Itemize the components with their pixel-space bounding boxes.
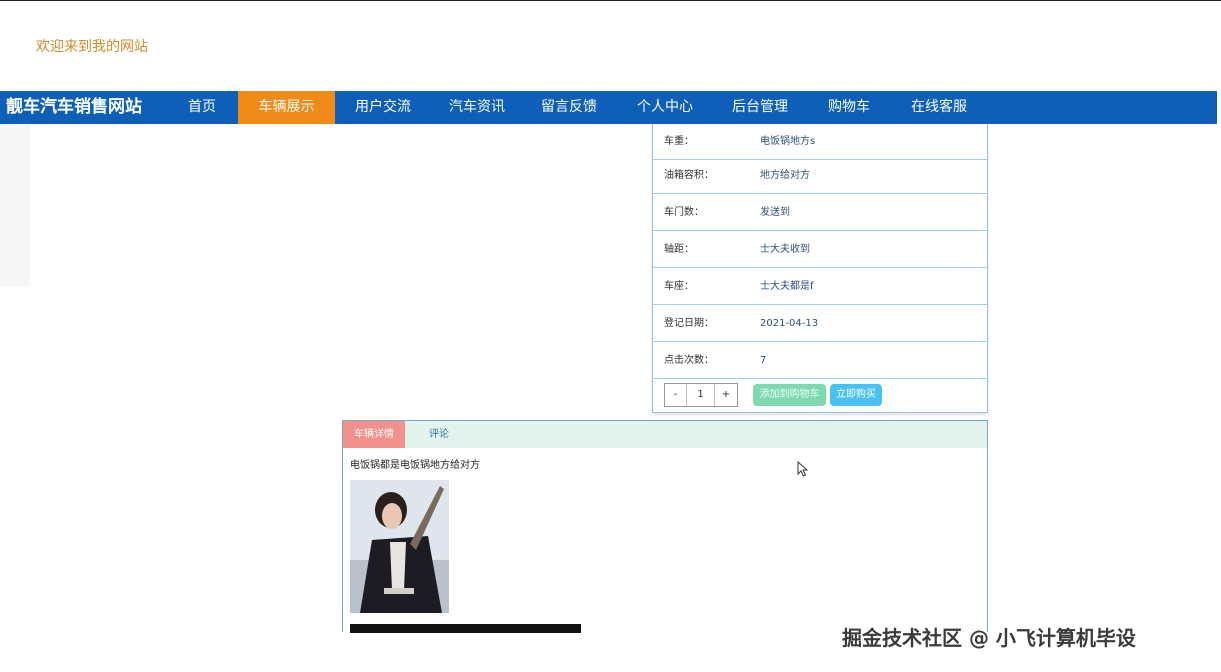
info-label: 登记日期： bbox=[664, 318, 714, 329]
info-value: 地方给对方 bbox=[760, 170, 810, 181]
vehicle-photo bbox=[350, 480, 449, 613]
vehicle-photo-secondary bbox=[350, 624, 581, 633]
quantity-increase-button[interactable]: + bbox=[715, 384, 737, 406]
nav-item-feedback[interactable]: 留言反馈 bbox=[526, 91, 612, 124]
nav-item-online-service[interactable]: 在线客服 bbox=[896, 91, 982, 124]
nav-item-home[interactable]: 首页 bbox=[168, 91, 236, 124]
photo-illustration bbox=[350, 480, 449, 613]
info-row-weight: 车重： 电饭锅地方s bbox=[653, 124, 987, 160]
info-value: 2021-04-13 bbox=[760, 318, 819, 329]
vehicle-description: 电饭锅都是电饭锅地方给对方 bbox=[350, 460, 480, 471]
tab-vehicle-details[interactable]: 车辆详情 bbox=[343, 421, 405, 448]
info-label: 点击次数： bbox=[664, 355, 714, 366]
tab-header: 车辆详情 评论 bbox=[343, 421, 987, 448]
watermark: 掘金技术社区 @ 小飞计算机毕设 bbox=[842, 626, 1136, 650]
nav-item-cart[interactable]: 购物车 bbox=[811, 91, 887, 124]
info-value: 7 bbox=[760, 355, 767, 366]
info-value: 士大夫收到 bbox=[760, 244, 810, 255]
quantity-stepper: - 1 + bbox=[664, 383, 738, 407]
quantity-input[interactable]: 1 bbox=[687, 384, 715, 406]
nav-item-admin[interactable]: 后台管理 bbox=[717, 91, 803, 124]
info-row-doors: 车门数： 发送到 bbox=[653, 195, 987, 231]
info-row-seats: 车座： 士大夫都是f bbox=[653, 269, 987, 305]
info-value: 电饭锅地方s bbox=[760, 136, 816, 147]
vehicle-detail-card: 车重： 电饭锅地方s 油箱容积： 地方给对方 车门数： 发送到 轴距： 士大夫收… bbox=[652, 124, 988, 413]
left-panel-shade bbox=[0, 124, 30, 286]
welcome-text: 欢迎来到我的网站 bbox=[36, 39, 148, 55]
nav-item-personal-center[interactable]: 个人中心 bbox=[622, 91, 708, 124]
info-row-register-date: 登记日期： 2021-04-13 bbox=[653, 306, 987, 342]
info-label: 车重： bbox=[664, 136, 694, 147]
tab-comments[interactable]: 评论 bbox=[415, 421, 463, 448]
add-to-cart-button[interactable]: 添加到购物车 bbox=[753, 384, 826, 406]
info-label: 油箱容积： bbox=[664, 170, 714, 181]
info-label: 轴距： bbox=[664, 244, 694, 255]
site-brand[interactable]: 靓车汽车销售网站 bbox=[6, 91, 142, 124]
info-label: 车座： bbox=[664, 281, 694, 292]
info-value: 士大夫都是f bbox=[760, 281, 814, 292]
quantity-decrease-button[interactable]: - bbox=[665, 384, 687, 406]
main-navbar: 靓车汽车销售网站 首页 车辆展示 用户交流 汽车资讯 留言反馈 个人中心 后台管… bbox=[0, 91, 1217, 124]
info-row-tank-capacity: 油箱容积： 地方给对方 bbox=[653, 158, 987, 194]
info-label: 车门数： bbox=[664, 207, 704, 218]
detail-tab-panel: 车辆详情 评论 电饭锅都是电饭锅地方给对方 bbox=[342, 420, 988, 633]
buy-now-button[interactable]: 立即购买 bbox=[830, 384, 882, 406]
info-row-clicks: 点击次数： 7 bbox=[653, 343, 987, 379]
info-row-wheelbase: 轴距： 士大夫收到 bbox=[653, 232, 987, 268]
info-value: 发送到 bbox=[760, 207, 790, 218]
mouse-cursor-icon bbox=[797, 461, 809, 477]
nav-item-vehicles[interactable]: 车辆展示 bbox=[238, 91, 335, 124]
nav-item-car-news[interactable]: 汽车资讯 bbox=[434, 91, 520, 124]
nav-item-user-exchange[interactable]: 用户交流 bbox=[340, 91, 426, 124]
top-border bbox=[0, 0, 1221, 1]
